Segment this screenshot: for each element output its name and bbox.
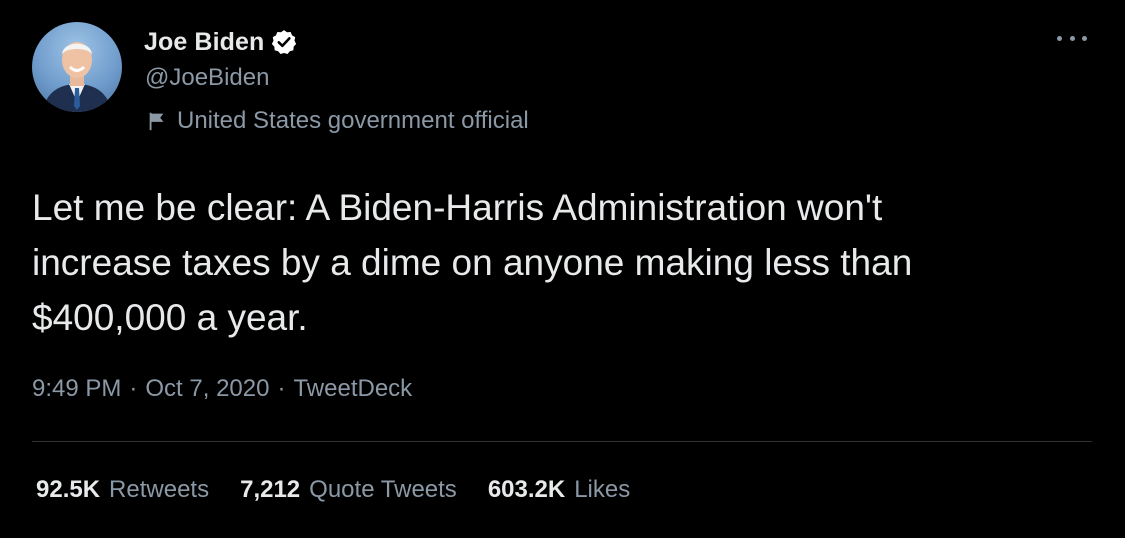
flag-icon [149,112,164,131]
tweet-text: Let me be clear: A Biden-Harris Administ… [32,187,913,338]
more-dot [1082,35,1087,41]
more-dot [1057,35,1062,41]
quote-tweets-stat[interactable]: 7,212 Quote Tweets [240,476,457,504]
name-row: Joe Biden [144,26,298,58]
tweet-stats: 92.5K Retweets 7,212 Quote Tweets 603.2K… [36,476,661,504]
tweet-source[interactable]: TweetDeck [293,375,412,403]
retweets-count: 92.5K [36,476,101,503]
display-name[interactable]: Joe Biden [144,28,264,57]
more-dot [1069,35,1075,41]
user-handle[interactable]: @JoeBiden [145,64,269,92]
divider [32,441,1092,442]
retweets-stat[interactable]: 92.5K Retweets [36,476,209,504]
tweet-time[interactable]: 9:49 PM [32,375,121,403]
retweets-label: Retweets [109,476,210,503]
verified-badge-icon [272,30,297,55]
likes-count: 603.2K [487,476,566,503]
meta-separator: · [277,375,286,402]
government-label[interactable]: United States government official [146,107,529,135]
government-label-text: United States government official [177,107,529,134]
quote-tweets-label: Quote Tweets [309,476,457,503]
quote-tweets-count: 7,212 [240,476,301,503]
more-options-icon[interactable] [1057,26,1087,50]
tweet-meta: 9:49 PM · Oct 7, 2020 · TweetDeck [32,375,412,403]
likes-stat[interactable]: 603.2K Likes [488,476,630,504]
tweet-card: Joe Biden @JoeBiden United States govern… [0,0,1125,538]
likes-label: Likes [574,476,631,503]
tweet-date[interactable]: Oct 7, 2020 [145,375,269,403]
avatar[interactable] [32,22,122,112]
meta-separator: · [129,375,138,402]
